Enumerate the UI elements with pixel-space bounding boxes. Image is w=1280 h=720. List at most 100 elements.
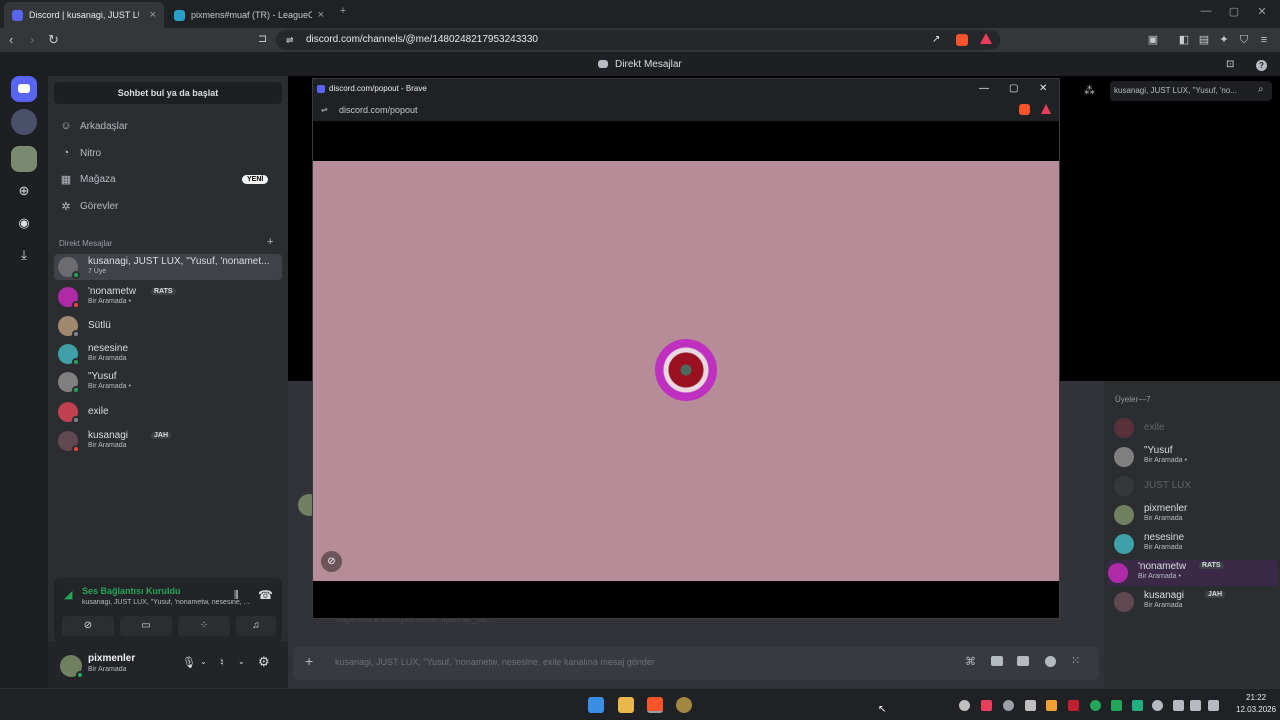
leo-ai-icon[interactable]: ✦: [1217, 33, 1231, 47]
microphone-icon[interactable]: 🎙︎: [182, 656, 196, 669]
brave-rewards-icon[interactable]: [980, 33, 992, 44]
microphone-icon[interactable]: [1152, 700, 1163, 711]
nav-quests[interactable]: ✲ Görevler: [60, 195, 118, 217]
brave-shields-icon[interactable]: [956, 34, 968, 46]
gift-icon[interactable]: ⌘: [965, 655, 976, 668]
back-icon[interactable]: ‹: [9, 32, 13, 47]
disconnect-icon[interactable]: ☎: [258, 588, 273, 602]
dm-item[interactable]: exile: [54, 399, 282, 425]
sidebar-icon[interactable]: ◧: [1177, 33, 1191, 47]
tray-app-icon[interactable]: [981, 700, 992, 711]
site-info-icon[interactable]: ⇌: [321, 99, 328, 121]
add-member-icon[interactable]: ⁂: [1084, 84, 1095, 97]
explore-icon[interactable]: ◉: [11, 210, 37, 236]
dm-item[interactable]: Sütlü: [54, 313, 282, 339]
inbox-icon[interactable]: ⊡: [1226, 54, 1234, 76]
share-icon[interactable]: ↗: [932, 30, 940, 50]
dm-item[interactable]: kusanagi JAH Bir Aramada: [54, 428, 282, 454]
dm-item[interactable]: kusanagi, JUST LUX, "Yusuf, 'nonamet... 7…: [54, 254, 282, 280]
chevron-down-icon[interactable]: ⌄: [238, 657, 245, 666]
menu-icon[interactable]: ≡: [1257, 33, 1271, 47]
activities-button[interactable]: ⁘: [178, 616, 230, 636]
tray-app-icon[interactable]: [1068, 700, 1079, 711]
tray-app-icon[interactable]: [1025, 700, 1036, 711]
new-tab-button[interactable]: +: [333, 5, 353, 17]
download-icon[interactable]: ⤓: [11, 242, 37, 268]
message-composer[interactable]: + kusanagi, JUST LUX, "Yusuf, 'nonametw,…: [293, 646, 1099, 680]
brave-browser-icon[interactable]: [647, 697, 663, 713]
nav-shop[interactable]: ▦ Mağaza: [60, 168, 116, 190]
mute-icon[interactable]: ⊘: [321, 551, 342, 572]
clock-time[interactable]: 21:22: [1246, 693, 1266, 702]
member-item[interactable]: 'nonametw RATS Bir Aramada •: [1108, 560, 1278, 586]
minimize-window-icon[interactable]: —: [979, 79, 989, 99]
reload-icon[interactable]: ↻: [48, 32, 59, 48]
sticker-icon[interactable]: [1017, 656, 1029, 666]
nvidia-icon[interactable]: [1111, 700, 1122, 711]
tab-leagueofgraphs[interactable]: pixmens#muaf (TR) - LeagueOfGraphs ×: [166, 2, 332, 28]
member-item[interactable]: JUST LUX: [1114, 473, 1274, 499]
create-dm-button[interactable]: +: [267, 236, 273, 248]
brave-rewards-icon[interactable]: [1041, 104, 1051, 114]
find-conversation-button[interactable]: Sohbet bul ya da başlat: [54, 82, 282, 104]
windows-start-icon[interactable]: [588, 697, 604, 713]
soundboard-button[interactable]: ♫: [236, 616, 276, 636]
noise-suppression-icon[interactable]: ⫼: [234, 590, 239, 601]
tray-app-icon[interactable]: [1003, 700, 1014, 711]
tray-app-icon[interactable]: [1090, 700, 1101, 711]
chevron-down-icon[interactable]: ⌄: [200, 657, 207, 666]
settings-icon[interactable]: ⚙: [258, 654, 270, 670]
league-client-icon[interactable]: [676, 697, 692, 713]
camera-off-button[interactable]: ⊘: [62, 616, 114, 636]
dm-item[interactable]: nesesine Bir Aramada: [54, 341, 282, 367]
screen-share-button[interactable]: ▭: [120, 616, 172, 636]
help-icon[interactable]: ?: [1256, 60, 1267, 71]
headphones-icon[interactable]: ♮: [220, 656, 224, 669]
member-item[interactable]: exile: [1114, 415, 1274, 441]
dm-item[interactable]: 'nonametw RATS Bir Aramada •: [54, 284, 282, 310]
address-bar[interactable]: ⇌ discord.com/channels/@me/1480248217953…: [276, 30, 1000, 50]
close-tab-icon[interactable]: ×: [318, 9, 324, 21]
search-input[interactable]: kusanagi, JUST LUX, "Yusuf, 'no... ⌕: [1110, 81, 1272, 101]
member-item[interactable]: "Yusuf Bir Aramada •: [1114, 444, 1274, 470]
battery-icon[interactable]: [1208, 700, 1219, 711]
taskbar: ↖ 21:22 12.03.2026: [0, 688, 1280, 720]
volume-icon[interactable]: [1190, 700, 1201, 711]
network-icon[interactable]: [1173, 700, 1184, 711]
message-input[interactable]: kusanagi, JUST LUX, "Yusuf, 'nonametw, n…: [335, 657, 655, 667]
server-icon[interactable]: [11, 146, 37, 172]
member-item[interactable]: kusanagi JAH Bir Aramada: [1114, 589, 1274, 615]
minimize-window-icon[interactable]: —: [1196, 5, 1216, 17]
emoji-icon[interactable]: [1045, 656, 1056, 667]
tray-app-icon[interactable]: [959, 700, 970, 711]
file-explorer-icon[interactable]: [618, 697, 634, 713]
tab-discord[interactable]: Discord | kusanagi, JUST LUX... ×: [4, 2, 164, 28]
member-item[interactable]: pixmenler Bir Aramada: [1114, 502, 1274, 528]
home-button[interactable]: [11, 76, 37, 102]
close-window-icon[interactable]: ✕: [1252, 5, 1272, 18]
maximize-window-icon[interactable]: ▢: [1009, 79, 1018, 99]
brave-shields-icon[interactable]: [1019, 104, 1030, 115]
site-info-icon[interactable]: ⇌: [286, 30, 294, 50]
close-tab-icon[interactable]: ×: [150, 9, 156, 21]
dm-item[interactable]: "Yusuf Bir Aramada •: [54, 369, 282, 395]
attach-icon[interactable]: +: [305, 653, 313, 669]
maximize-window-icon[interactable]: ▢: [1224, 5, 1244, 18]
tray-app-icon[interactable]: [1046, 700, 1057, 711]
wallet-icon[interactable]: ▤: [1197, 33, 1211, 47]
nav-friends[interactable]: ☺ Arkadaşlar: [60, 115, 127, 137]
bookmark-icon[interactable]: ⊐: [258, 32, 267, 45]
tab-search-icon[interactable]: ▣: [1146, 33, 1160, 47]
apps-icon[interactable]: ⁙: [1071, 654, 1080, 667]
tray-app-icon[interactable]: [1132, 700, 1143, 711]
forward-icon[interactable]: ›: [30, 32, 34, 47]
clock-date[interactable]: 12.03.2026: [1236, 705, 1276, 714]
server-icon[interactable]: [11, 109, 37, 135]
member-item[interactable]: nesesine Bir Aramada: [1114, 531, 1274, 557]
add-server-icon[interactable]: ⊕: [11, 178, 37, 204]
gif-icon[interactable]: [991, 656, 1003, 666]
vpn-icon[interactable]: ⛉: [1237, 33, 1251, 47]
video-stream[interactable]: ⊘: [313, 161, 1059, 581]
close-window-icon[interactable]: ✕: [1039, 79, 1047, 99]
nav-nitro[interactable]: ◔ Nitro: [60, 142, 101, 164]
